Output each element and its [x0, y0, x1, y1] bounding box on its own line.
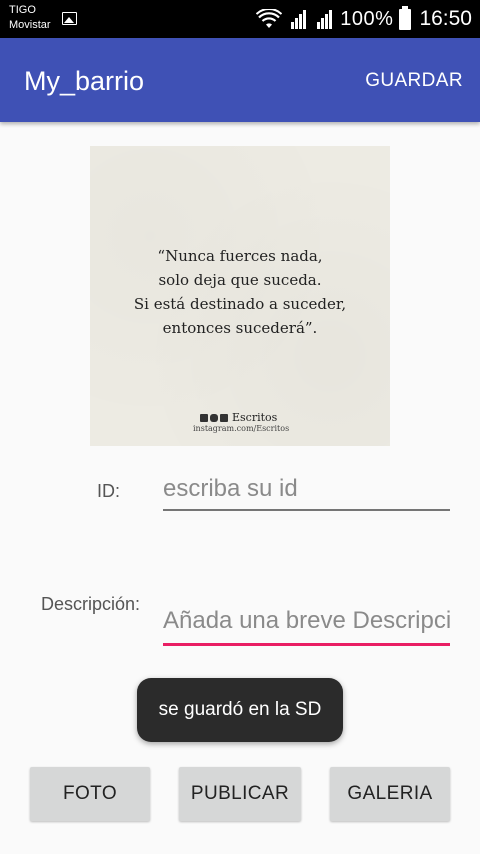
save-button[interactable]: GUARDAR	[365, 70, 463, 92]
brand-url: instagram.com/Escritos	[193, 424, 290, 433]
quote-line: “Nunca fuerces nada,	[157, 247, 323, 265]
gallery-icon	[62, 12, 77, 25]
quote-line: solo deja que suceda.	[158, 271, 322, 289]
quote-line: entonces sucederá”.	[162, 319, 318, 337]
toast-message: se guardó en la SD	[137, 678, 343, 742]
photo-preview: “Nunca fuerces nada, solo deja que suced…	[90, 146, 390, 446]
signal-1-icon	[288, 9, 308, 29]
publish-button[interactable]: PUBLICAR	[179, 767, 301, 821]
carrier-2: Movistar	[9, 19, 51, 31]
status-indicators: 100% 16:50	[256, 0, 472, 38]
quote-text: “Nunca fuerces nada, solo deja que suced…	[90, 244, 390, 340]
twitter-icon	[200, 413, 208, 422]
carrier-1: TIGO	[9, 4, 36, 16]
description-label: Descripción:	[41, 594, 141, 614]
app-title: My_barrio	[24, 66, 145, 96]
status-bar: TIGO Movistar 100% 16:50	[0, 0, 480, 38]
id-input[interactable]: escriba su id	[163, 473, 450, 511]
photo-button[interactable]: FOTO	[30, 767, 150, 821]
instagram-icon	[210, 413, 218, 422]
description-input[interactable]: Añada una breve Descripción	[163, 607, 450, 646]
wifi-icon	[256, 9, 283, 28]
gallery-button[interactable]: GALERIA	[330, 767, 450, 821]
quote-line: Si está destinado a suceder,	[133, 295, 347, 313]
app-bar: My_barrio GUARDAR	[0, 38, 480, 122]
carrier-names: TIGO Movistar	[9, 3, 51, 33]
id-label: ID:	[97, 481, 121, 501]
brand-row: Escritos	[200, 411, 277, 424]
brand-name: Escritos	[232, 411, 278, 424]
clock: 16:50	[419, 7, 472, 30]
battery-icon	[399, 6, 412, 30]
signal-2-icon	[314, 9, 334, 29]
facebook-icon	[220, 413, 228, 422]
battery-percent: 100%	[340, 7, 394, 30]
